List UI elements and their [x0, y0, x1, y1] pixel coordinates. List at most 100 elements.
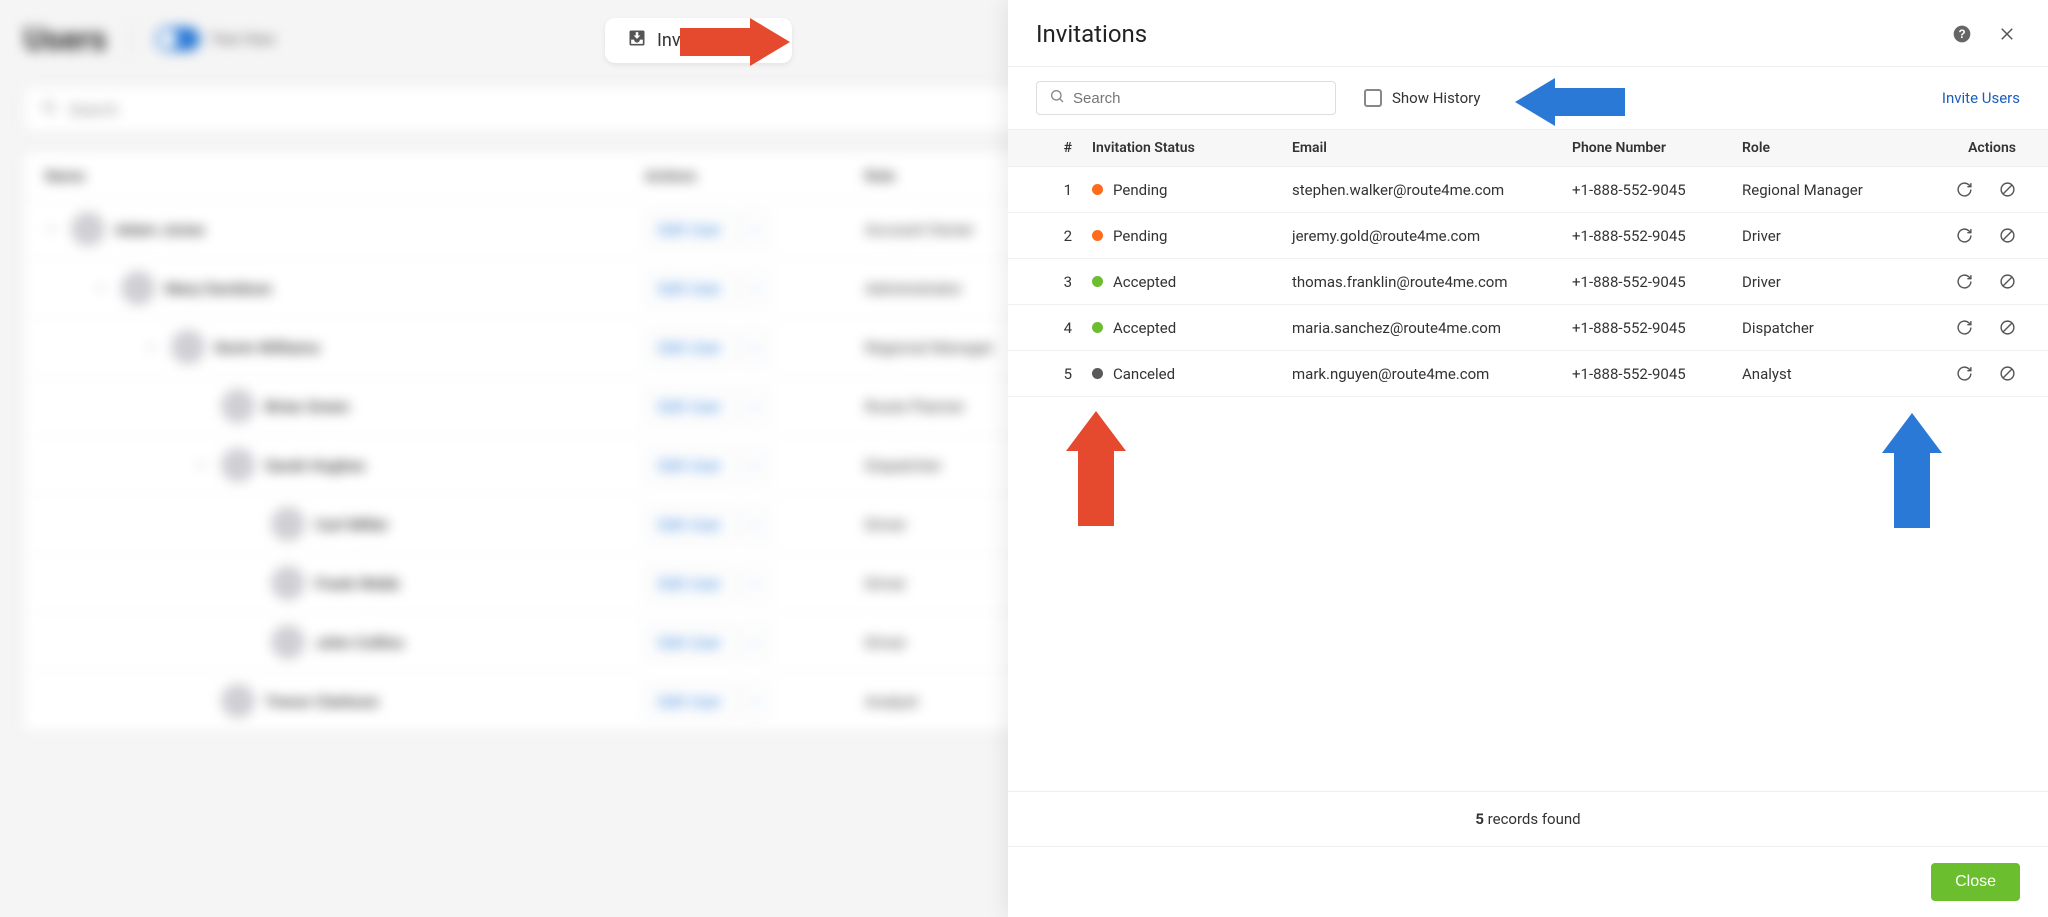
user-name: Brian Green — [265, 397, 349, 416]
show-history-label: Show History — [1392, 89, 1480, 107]
status-label: Accepted — [1113, 273, 1176, 291]
status-cell: Accepted — [1092, 319, 1292, 337]
col-email: Email — [1292, 140, 1572, 156]
avatar — [171, 330, 205, 364]
user-name: Trevor Clarkson — [265, 692, 379, 711]
resend-button[interactable] — [1952, 269, 1977, 294]
email-cell: thomas.franklin@route4me.com — [1292, 273, 1572, 291]
status-cell: Accepted — [1092, 273, 1292, 291]
edit-user-button[interactable]: Edit User — [645, 213, 735, 246]
records-suffix: records found — [1484, 810, 1581, 828]
avatar — [221, 389, 255, 423]
search-icon — [1049, 88, 1065, 108]
avatar — [71, 212, 105, 246]
dropdown-button[interactable] — [741, 390, 769, 423]
role-cell: Regional Manager — [1742, 181, 1912, 199]
actions-cell — [1912, 177, 2020, 202]
email-cell: mark.nguyen@route4me.com — [1292, 365, 1572, 383]
resend-button[interactable] — [1952, 177, 1977, 202]
chevron-down-icon — [195, 456, 211, 475]
chevron-down-icon — [95, 279, 111, 298]
row-number: 1 — [1036, 181, 1092, 199]
resend-button[interactable] — [1952, 361, 1977, 386]
toggle-switch-icon — [156, 27, 200, 51]
status-dot-icon — [1092, 230, 1103, 241]
cancel-button[interactable] — [1995, 315, 2020, 340]
role-cell: Analyst — [1742, 365, 1912, 383]
edit-user-button[interactable]: Edit User — [645, 567, 735, 600]
cancel-button[interactable] — [1995, 269, 2020, 294]
resend-button[interactable] — [1952, 223, 1977, 248]
edit-user-button[interactable]: Edit User — [645, 508, 735, 541]
close-panel-button[interactable] — [1994, 21, 2020, 47]
col-status: Invitation Status — [1092, 140, 1292, 156]
dropdown-button[interactable] — [741, 213, 769, 246]
dropdown-button[interactable] — [741, 449, 769, 482]
avatar — [221, 684, 255, 718]
role-cell: Driver — [1742, 227, 1912, 245]
invitations-count: 5 — [759, 30, 769, 51]
role-cell: Dispatcher — [1742, 319, 1912, 337]
status-cell: Pending — [1092, 181, 1292, 199]
phone-cell: +1-888-552-9045 — [1572, 273, 1742, 291]
status-cell: Canceled — [1092, 365, 1292, 383]
dropdown-button[interactable] — [741, 567, 769, 600]
close-button[interactable]: Close — [1931, 863, 2020, 901]
invitations-pill[interactable]: Invitations : 5 — [605, 18, 792, 63]
edit-user-button[interactable]: Edit User — [645, 331, 735, 364]
edit-user-button[interactable]: Edit User — [645, 390, 735, 423]
status-label: Accepted — [1113, 319, 1176, 337]
phone-cell: +1-888-552-9045 — [1572, 319, 1742, 337]
row-number: 4 — [1036, 319, 1092, 337]
invite-users-link[interactable]: Invite Users — [1942, 89, 2020, 107]
status-label: Pending — [1113, 181, 1167, 199]
row-number: 3 — [1036, 273, 1092, 291]
cancel-button[interactable] — [1995, 223, 2020, 248]
divider — [131, 21, 132, 57]
dropdown-button[interactable] — [741, 272, 769, 305]
panel-title: Invitations — [1036, 20, 1147, 48]
dropdown-button[interactable] — [741, 685, 769, 718]
invitation-row: 1Pendingstephen.walker@route4me.com+1-88… — [1008, 167, 2048, 213]
user-name: Sarah Hughes — [265, 456, 365, 475]
invitations-table-head: # Invitation Status Email Phone Number R… — [1008, 129, 2048, 167]
records-count: 5 — [1475, 810, 1484, 828]
dropdown-button[interactable] — [741, 508, 769, 541]
panel-search[interactable] — [1036, 81, 1336, 115]
user-name: Mary Davidson — [165, 279, 272, 298]
actions-cell — [1912, 361, 2020, 386]
edit-user-button[interactable]: Edit User — [645, 449, 735, 482]
phone-cell: +1-888-552-9045 — [1572, 227, 1742, 245]
avatar — [221, 448, 255, 482]
actions-cell — [1912, 223, 2020, 248]
edit-user-button[interactable]: Edit User — [645, 685, 735, 718]
search-input[interactable] — [1073, 90, 1323, 107]
phone-cell: +1-888-552-9045 — [1572, 181, 1742, 199]
col-name: Name — [45, 167, 645, 185]
cancel-button[interactable] — [1995, 177, 2020, 202]
dropdown-button[interactable] — [741, 331, 769, 364]
inbox-icon — [627, 28, 647, 53]
invitations-panel: Invitations ? Show History Invite User — [1008, 0, 2048, 917]
user-name: Adam Jones — [115, 220, 205, 239]
show-history-checkbox[interactable]: Show History — [1364, 89, 1480, 107]
tree-view-toggle[interactable]: Tree View — [156, 27, 275, 51]
help-button[interactable]: ? — [1948, 20, 1976, 48]
edit-user-button[interactable]: Edit User — [645, 272, 735, 305]
user-name: Kevin Williams — [215, 338, 320, 357]
actions-cell — [1912, 269, 2020, 294]
cancel-button[interactable] — [1995, 361, 2020, 386]
col-role: Role — [1742, 140, 1912, 156]
actions-cell — [1912, 315, 2020, 340]
dropdown-button[interactable] — [741, 626, 769, 659]
panel-toolbar: Show History Invite Users — [1008, 67, 2048, 129]
status-label: Pending — [1113, 227, 1167, 245]
invitation-row: 3 Accepted thomas.franklin@route4me.com+1-… — [1008, 259, 2048, 305]
avatar — [121, 271, 155, 305]
role-cell: Driver — [1742, 273, 1912, 291]
edit-user-button[interactable]: Edit User — [645, 626, 735, 659]
user-name: John Collins — [315, 633, 404, 652]
resend-button[interactable] — [1952, 315, 1977, 340]
avatar — [271, 625, 305, 659]
panel-footer: Close — [1008, 846, 2048, 917]
